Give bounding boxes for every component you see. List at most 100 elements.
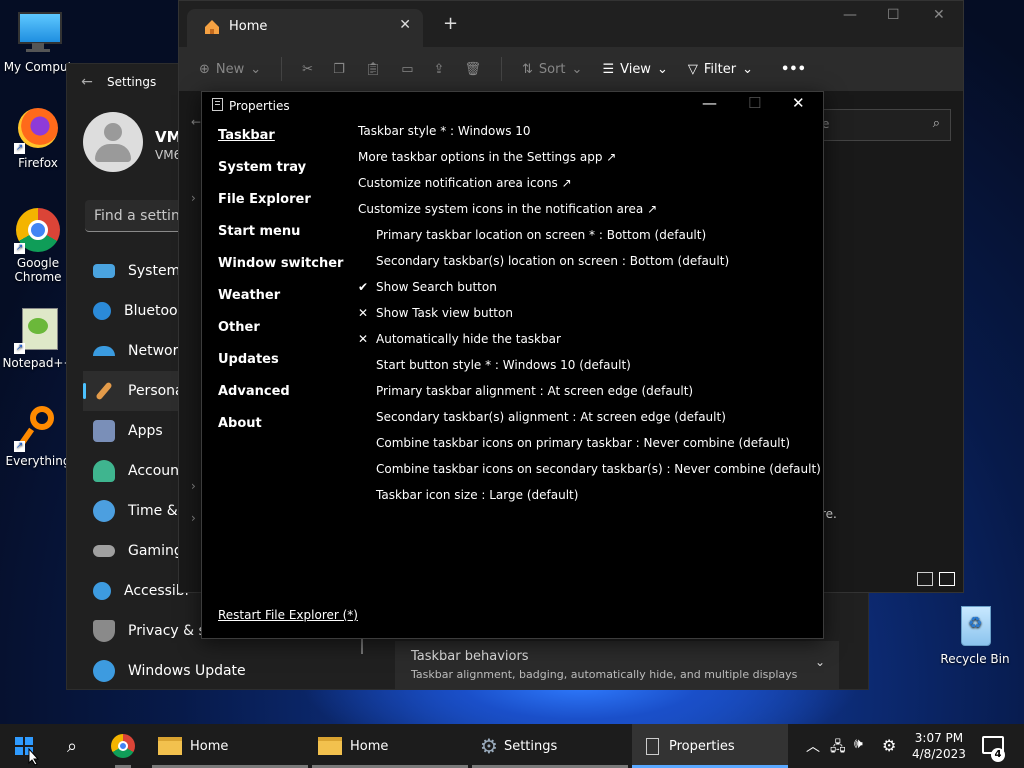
gear-icon[interactable]: ⚙: [882, 736, 896, 755]
network-icon[interactable]: 🖧︎: [830, 736, 846, 760]
option-combine-primary[interactable]: Combine taskbar icons on primary taskbar…: [358, 436, 821, 462]
option-show-search-button[interactable]: ✔ Show Search button: [358, 280, 821, 306]
copy-icon: ❐: [333, 61, 345, 77]
search-icon: ⌕: [932, 116, 940, 131]
notepad-plus-plus-icon: ↗: [14, 306, 62, 354]
clock[interactable]: 3:07 PM 4/8/2023: [912, 730, 966, 762]
taskbar-item-home-2[interactable]: Home: [312, 724, 468, 768]
clock-globe-icon: [93, 500, 115, 522]
nav-weather[interactable]: Weather: [218, 288, 343, 320]
shortcut-arrow-icon: ↗: [14, 243, 25, 254]
view-button[interactable]: ☰ View ⌄: [602, 62, 667, 77]
settings-nav-windows-update[interactable]: Windows Update: [83, 651, 383, 691]
details-view-icon[interactable]: [917, 572, 933, 586]
taskbar-options-list: Taskbar style * : Windows 10 More taskba…: [358, 124, 821, 514]
scissors-icon: ✂: [302, 61, 314, 77]
option-combine-secondary[interactable]: Combine taskbar icons on secondary taskb…: [358, 462, 821, 488]
avatar[interactable]: [83, 112, 143, 172]
option-primary-alignment[interactable]: Primary taskbar alignment : At screen ed…: [358, 384, 821, 410]
desktop-icon-chrome[interactable]: ↗ Google Chrome: [0, 206, 76, 284]
minimize-icon[interactable]: —: [843, 7, 857, 23]
close-icon[interactable]: ✕: [933, 7, 945, 23]
explorer-tab-home[interactable]: Home ✕: [187, 9, 423, 47]
nav-other[interactable]: Other: [218, 320, 343, 352]
start-button[interactable]: [0, 724, 48, 768]
properties-window: Properties — ☐ ✕ Taskbar System tray Fil…: [201, 91, 824, 639]
desktop-icon-recycle-bin[interactable]: ♻ Recycle Bin: [937, 602, 1013, 666]
nav-advanced[interactable]: Advanced: [218, 384, 343, 416]
chevron-right-icon[interactable]: ›: [191, 479, 196, 493]
tiles-view-icon[interactable]: [939, 572, 955, 586]
maximize-icon[interactable]: ☐: [887, 7, 900, 23]
option-customize-notification-icons[interactable]: Customize notification area icons ↗: [358, 176, 821, 202]
option-secondary-alignment[interactable]: Secondary taskbar(s) alignment : At scre…: [358, 410, 821, 436]
delete-button[interactable]: 🗑︎: [464, 62, 481, 77]
option-show-task-view-button[interactable]: ✕ Show Task view button: [358, 306, 821, 332]
option-auto-hide-taskbar[interactable]: ✕ Automatically hide the taskbar: [358, 332, 821, 358]
taskbar-behaviors-card[interactable]: Taskbar behaviors Taskbar alignment, bad…: [395, 641, 839, 689]
tab-label: Home: [229, 19, 268, 34]
search-icon[interactable]: ⌕: [50, 724, 94, 768]
apps-icon: [93, 420, 115, 442]
new-tab-icon[interactable]: +: [443, 13, 458, 34]
behaviors-description: Taskbar alignment, badging, automaticall…: [411, 668, 798, 681]
nav-taskbar[interactable]: Taskbar: [218, 128, 343, 160]
share-button[interactable]: ⇪: [434, 62, 445, 77]
nav-updates[interactable]: Updates: [218, 352, 343, 384]
explorer-search-input[interactable]: e ⌕: [817, 109, 951, 141]
new-button[interactable]: ⊕ New ⌄: [199, 62, 261, 77]
option-taskbar-icon-size[interactable]: Taskbar icon size : Large (default): [358, 488, 821, 514]
chevron-right-icon[interactable]: ›: [191, 511, 196, 525]
shortcut-arrow-icon: ↗: [14, 143, 25, 154]
taskbar-item-settings[interactable]: ⚙ Settings: [472, 724, 628, 768]
wifi-icon: [93, 346, 115, 356]
back-arrow-icon[interactable]: ←: [191, 115, 201, 129]
desktop-icon-computer[interactable]: My Comput: [0, 10, 76, 74]
filter-button[interactable]: ▽ Filter ⌄: [688, 62, 753, 77]
close-tab-icon[interactable]: ✕: [399, 17, 411, 33]
nav-start-menu[interactable]: Start menu: [218, 224, 343, 256]
taskbar-chrome[interactable]: [100, 724, 146, 768]
desktop-icon-notepadpp[interactable]: ↗ Notepad++: [0, 306, 76, 370]
rename-button[interactable]: ▭: [401, 62, 413, 77]
option-more-taskbar-options[interactable]: More taskbar options in the Settings app…: [358, 150, 821, 176]
desktop-icon-label: Recycle Bin: [940, 652, 1010, 666]
chevron-down-icon: ⌄: [571, 61, 583, 77]
desktop-icon-everything[interactable]: ↗ Everything: [0, 404, 76, 468]
view-mode-toggle: [917, 572, 955, 586]
paste-button[interactable]: 📋︎: [365, 62, 382, 77]
nav-window-switcher[interactable]: Window switcher: [218, 256, 343, 288]
taskbar-item-properties[interactable]: Properties: [632, 724, 788, 768]
settings-title: Settings: [107, 75, 157, 89]
desktop-icon-firefox[interactable]: ↗ Firefox: [0, 106, 76, 170]
bluetooth-icon: [93, 302, 111, 320]
option-secondary-taskbar-location[interactable]: Secondary taskbar(s) location on screen …: [358, 254, 821, 280]
volume-icon[interactable]: 🕪︎: [854, 736, 863, 752]
nav-about[interactable]: About: [218, 416, 343, 448]
sort-button[interactable]: ⇅ Sort ⌄: [522, 62, 582, 77]
more-options-icon[interactable]: •••: [781, 62, 806, 77]
filter-icon: ▽: [687, 61, 698, 77]
option-taskbar-style[interactable]: Taskbar style * : Windows 10: [358, 124, 821, 150]
shield-icon: [93, 620, 115, 642]
rename-icon: ▭: [401, 61, 414, 77]
close-icon[interactable]: ✕: [792, 94, 805, 112]
maximize-icon[interactable]: ☐: [748, 94, 761, 112]
recycle-bin-icon: ♻: [951, 602, 999, 650]
nav-file-explorer[interactable]: File Explorer: [218, 192, 343, 224]
copy-button[interactable]: ❐: [333, 62, 345, 77]
back-arrow-icon[interactable]: ←: [67, 74, 107, 90]
chevron-right-icon[interactable]: ›: [191, 191, 196, 205]
restart-file-explorer-link[interactable]: Restart File Explorer (*): [218, 608, 358, 622]
option-customize-system-icons[interactable]: Customize system icons in the notificati…: [358, 202, 821, 228]
chevron-up-icon[interactable]: ︿: [806, 736, 820, 756]
explorer-tab-strip: Home ✕ + — ☐ ✕: [179, 1, 963, 47]
chevron-down-icon[interactable]: ⌄: [815, 655, 825, 669]
accessibility-icon: [93, 582, 111, 600]
cut-button[interactable]: ✂: [302, 62, 313, 77]
option-primary-taskbar-location[interactable]: Primary taskbar location on screen * : B…: [358, 228, 821, 254]
option-start-button-style[interactable]: Start button style * : Windows 10 (defau…: [358, 358, 821, 384]
taskbar-item-home-1[interactable]: Home: [152, 724, 308, 768]
minimize-icon[interactable]: —: [702, 94, 717, 112]
nav-system-tray[interactable]: System tray: [218, 160, 343, 192]
